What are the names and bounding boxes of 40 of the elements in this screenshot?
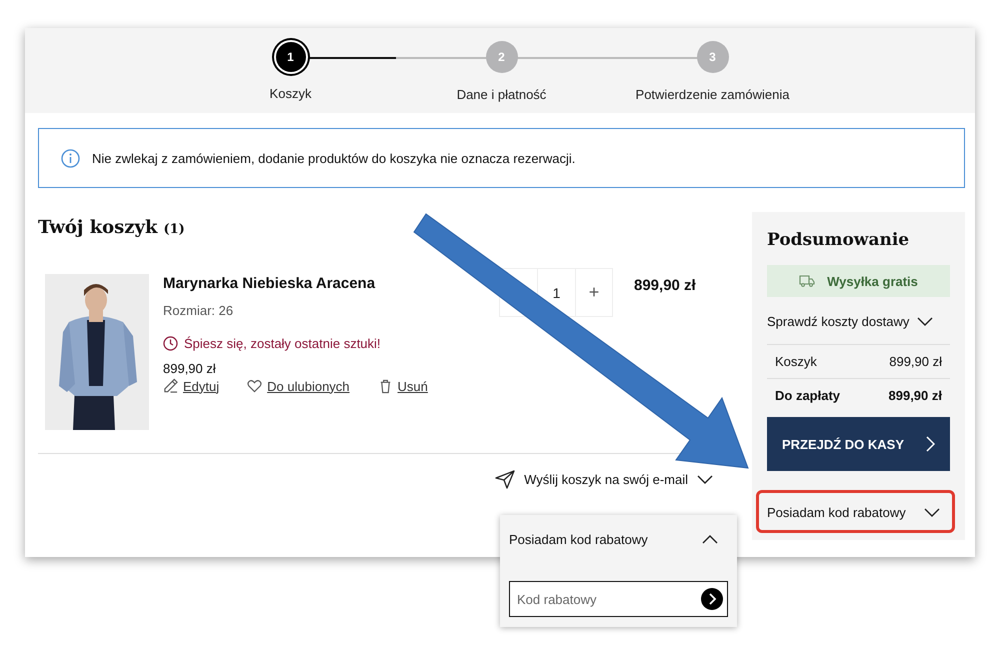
pencil-icon: [163, 378, 178, 394]
step-label: Potwierdzenie zamówienia: [636, 87, 790, 102]
cart-title: Twój koszyk: [38, 217, 158, 238]
step-number: 1: [276, 42, 306, 72]
summary-value: 899,90 zł: [888, 388, 942, 403]
summary-label: Do zapłaty: [775, 388, 840, 403]
unit-price: 899,90 zł: [163, 361, 217, 376]
step-label: Koszyk: [270, 86, 312, 101]
chevron-down-icon: [917, 317, 934, 326]
checkout-button[interactable]: PRZEJDŹ DO KASY: [767, 417, 950, 471]
item-action-link[interactable]: Edytuj: [163, 378, 220, 394]
step-number: 2: [486, 41, 518, 73]
chevron-up-icon: [702, 534, 718, 544]
truck-icon: [799, 275, 816, 287]
free-shipping-text: Wysyłka gratis: [827, 274, 918, 288]
step-number: 3: [696, 41, 728, 73]
coupon-toggle[interactable]: Posiadam kod rabatowy: [509, 515, 728, 563]
delivery-costs-toggle[interactable]: Sprawdź koszty dostawy: [767, 314, 934, 329]
chevron-down-icon: [697, 475, 713, 484]
item-action-link[interactable]: Do ulubionych: [247, 378, 350, 394]
info-text: Nie zwlekaj z zamówieniem, dodanie produktów do koszyka nie oznacza rezerwacji.: [92, 150, 576, 166]
info-icon: [61, 148, 80, 168]
summary-title: Podsumowanie: [767, 230, 910, 250]
product-size: Rozmiar: 26: [163, 303, 234, 318]
chevron-right-icon: [926, 436, 936, 452]
cart-count: (1): [163, 222, 185, 237]
coupon-toggle[interactable]: Posiadam kod rabatowy: [767, 505, 940, 520]
summary-value: 899,90 zł: [889, 354, 942, 369]
item-price: 899,90 zł: [634, 277, 696, 294]
clock-icon: [163, 336, 178, 351]
chevron-down-icon: [924, 508, 940, 517]
product-name: Marynarka Niebieska Aracena: [163, 275, 376, 292]
coupon-code-field[interactable]: Kod rabatowy: [509, 581, 728, 617]
item-action-link[interactable]: Usuń: [378, 378, 428, 394]
send-cart-email-link[interactable]: Wyślij koszyk na swój e-mail: [524, 472, 688, 487]
step-label: Dane i płatność: [456, 87, 546, 102]
heart-icon: [247, 378, 262, 394]
stock-alert-text: Śpiesz się, zostały ostatnie sztuki!: [184, 336, 381, 351]
summary-label: Koszyk: [775, 354, 817, 369]
paper-plane-icon: [495, 470, 516, 489]
